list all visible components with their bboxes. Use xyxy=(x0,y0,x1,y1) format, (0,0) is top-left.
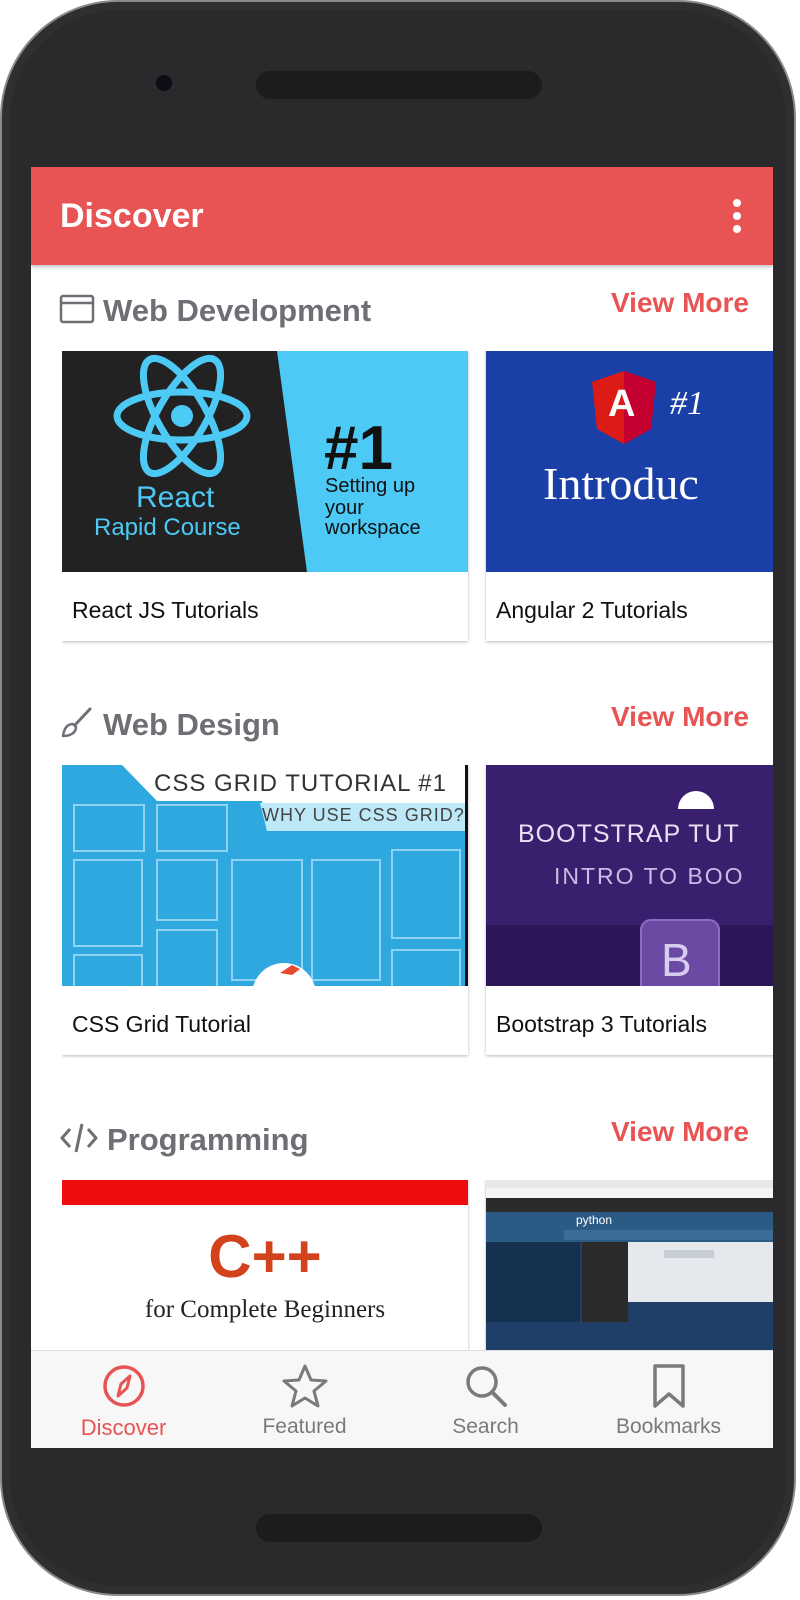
section-header: Programming View More xyxy=(59,1112,749,1162)
bookmark-icon xyxy=(652,1364,685,1408)
card-title: Bootstrap 3 Tutorials xyxy=(496,1011,707,1037)
card-thumbnail: BOOTSTRAP TUT INTRO TO BOO B xyxy=(486,765,773,986)
view-more-link[interactable]: View More xyxy=(611,701,749,733)
phone-frame: Discover Web Development View More React… xyxy=(0,0,796,1596)
nav-featured[interactable]: Featured xyxy=(212,1351,397,1448)
section-title: Web Design xyxy=(103,707,280,742)
thumb-text: Introduc xyxy=(543,458,699,509)
card-title: CSS Grid Tutorial xyxy=(72,1011,251,1037)
nav-label: Discover xyxy=(80,1415,167,1440)
compass-icon xyxy=(102,1365,145,1407)
search-icon xyxy=(465,1366,507,1407)
css-grid-thumbnail-art xyxy=(73,765,468,986)
paintbrush-icon xyxy=(61,707,92,738)
thumb-title: C++ xyxy=(208,1223,322,1290)
course-card-react[interactable]: React Rapid Course #1 Setting up your wo… xyxy=(62,351,468,641)
course-card-bootstrap[interactable]: BOOTSTRAP TUT INTRO TO BOO B Bootstrap 3… xyxy=(486,765,773,1055)
card-title: React JS Tutorials xyxy=(72,597,259,623)
browser-window-icon xyxy=(59,294,95,324)
thumb-text: React xyxy=(136,481,215,514)
thumb-title: CSS GRID TUTORIAL #1 xyxy=(154,770,447,797)
python-logo-text: python xyxy=(576,1213,613,1227)
nav-search[interactable]: Search xyxy=(393,1351,578,1448)
nav-label: Featured xyxy=(262,1415,347,1438)
star-icon xyxy=(282,1364,327,1408)
app-bar: Discover xyxy=(31,167,773,265)
nav-bookmarks[interactable]: Bookmarks xyxy=(576,1351,761,1448)
view-more-link[interactable]: View More xyxy=(611,1116,749,1148)
card-thumbnail: React Rapid Course #1 Setting up your wo… xyxy=(62,351,468,572)
course-card-angular[interactable]: A #1 Introduc Angular 2 Tutorials xyxy=(486,351,773,641)
thumb-text: workspace xyxy=(325,517,421,539)
bootstrap-logo-letter: B xyxy=(661,934,692,986)
nav-discover[interactable]: Discover xyxy=(31,1351,216,1448)
view-more-link[interactable]: View More xyxy=(611,287,749,319)
card-thumbnail: CSS GRID TUTORIAL #1 WHY USE CSS GRID? xyxy=(62,765,468,986)
app-screen: Discover Web Development View More React… xyxy=(31,167,773,1448)
section-title: Web Development xyxy=(103,293,372,328)
course-card-css-grid[interactable]: CSS GRID TUTORIAL #1 WHY USE CSS GRID? C… xyxy=(62,765,468,1055)
thumb-number: #1 xyxy=(670,385,704,422)
thumb-subtitle: WHY USE CSS GRID? xyxy=(262,805,465,825)
card-title: Angular 2 Tutorials xyxy=(496,597,688,623)
card-carousel[interactable]: React Rapid Course #1 Setting up your wo… xyxy=(62,351,773,651)
thumb-number: #1 xyxy=(324,414,393,483)
bottom-speaker xyxy=(256,1514,542,1542)
section-header: Web Development View More xyxy=(59,283,749,333)
app-title: Discover xyxy=(60,197,204,235)
section-web-development: Web Development View More React Rapid Co… xyxy=(31,283,773,663)
earpiece-speaker xyxy=(256,71,542,99)
bottom-navigation: Discover Featured Search Bookmarks xyxy=(31,1350,773,1448)
section-title: Programming xyxy=(107,1122,309,1157)
thumb-text: Setting up xyxy=(325,475,416,497)
discover-content[interactable]: Web Development View More React Rapid Co… xyxy=(31,265,773,1448)
nav-label: Bookmarks xyxy=(615,1415,722,1438)
card-carousel[interactable]: CSS GRID TUTORIAL #1 WHY USE CSS GRID? C… xyxy=(62,765,773,1065)
thumb-text: Rapid Course xyxy=(94,514,241,541)
front-camera xyxy=(156,75,172,91)
thumb-red-banner xyxy=(62,1180,468,1205)
overflow-menu-icon[interactable] xyxy=(731,199,743,235)
nav-label: Search xyxy=(452,1415,519,1438)
code-icon xyxy=(60,1123,98,1153)
section-header: Web Design View More xyxy=(59,697,749,747)
thumb-subtitle: for Complete Beginners xyxy=(144,1296,386,1323)
thumb-subtitle: INTRO TO BOO xyxy=(554,863,745,889)
section-web-design: Web Design View More CSS GRID TUTORIAL #… xyxy=(31,697,773,1077)
thumb-title: BOOTSTRAP TUT xyxy=(518,820,740,848)
thumb-logo-letter: A xyxy=(608,383,636,425)
card-thumbnail: A #1 Introduc xyxy=(486,351,773,572)
